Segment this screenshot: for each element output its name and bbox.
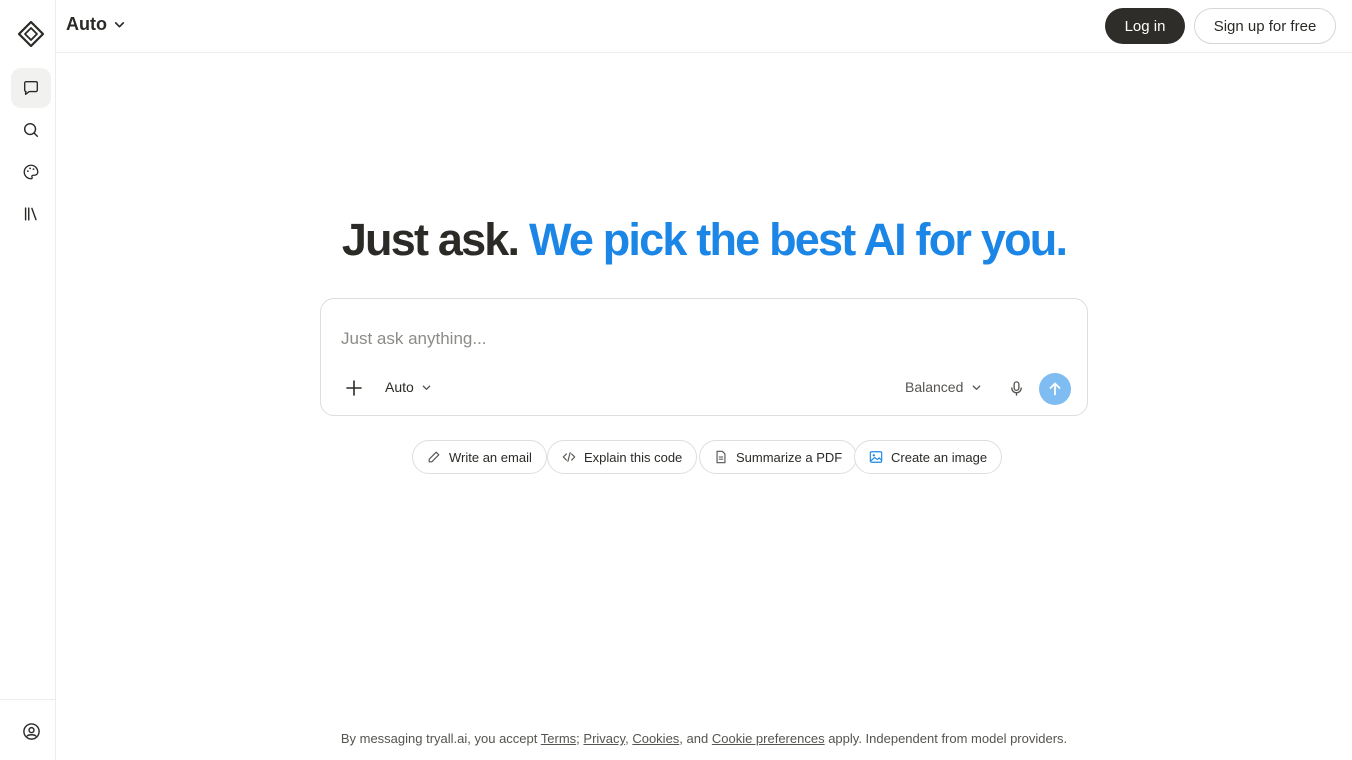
footer-prefix: By messaging tryall.ai, you accept xyxy=(340,731,538,746)
send-button[interactable] xyxy=(1039,373,1071,405)
privacy-link[interactable]: Privacy xyxy=(583,731,625,746)
chevron-down-icon xyxy=(114,22,125,28)
suggestion-label: Summarize a PDF xyxy=(736,449,843,465)
sidebar-item-search[interactable] xyxy=(11,110,51,150)
suggestion-explain-code[interactable]: Explain this code xyxy=(547,440,698,474)
suggestion-write-email[interactable]: Write an email xyxy=(412,440,547,474)
code-icon xyxy=(562,452,576,462)
composer-model-label: Auto xyxy=(385,379,414,395)
chevron-down-icon xyxy=(422,384,431,390)
search-icon xyxy=(23,122,39,138)
terms-link[interactable]: Terms xyxy=(541,731,576,746)
chat-bubble-icon xyxy=(24,81,38,95)
footer-separator: , xyxy=(625,731,629,746)
top-header: Auto Log in Sign up for free xyxy=(56,0,1352,53)
mode-select[interactable]: Balanced xyxy=(905,379,982,395)
prompt-input[interactable] xyxy=(341,325,1061,353)
sidebar xyxy=(0,0,56,760)
header-model-label: Auto xyxy=(66,14,107,34)
sidebar-item-library[interactable] xyxy=(11,194,51,234)
header-model-select[interactable]: Auto xyxy=(66,14,126,35)
user-circle-icon xyxy=(22,722,40,740)
palette-icon xyxy=(23,164,39,180)
suggestion-label: Write an email xyxy=(449,449,532,465)
login-button[interactable]: Log in xyxy=(1105,8,1185,44)
diamond-logo-icon[interactable] xyxy=(17,20,45,48)
signup-button[interactable]: Sign up for free xyxy=(1194,8,1336,44)
mode-label: Balanced xyxy=(905,379,964,395)
footer-separator: ; xyxy=(576,731,580,746)
plus-icon xyxy=(346,380,362,396)
chevron-down-icon xyxy=(973,384,981,390)
microphone-icon xyxy=(1010,380,1022,396)
image-icon xyxy=(869,451,883,463)
hero-heading: Just ask. We pick the best AI for you. xyxy=(56,210,1352,270)
sidebar-item-chat[interactable] xyxy=(11,68,51,108)
legal-footer: By messaging tryall.ai, you accept Terms… xyxy=(56,731,1352,746)
pencil-icon xyxy=(428,451,440,463)
prompt-composer: Auto Balanced xyxy=(320,298,1088,416)
suggestion-label: Explain this code xyxy=(584,449,683,465)
cookie-preferences-link[interactable]: Cookie preferences xyxy=(712,731,825,746)
arrow-up-icon xyxy=(1049,382,1061,396)
suggestion-create-image[interactable]: Create an image xyxy=(854,440,1003,474)
document-icon xyxy=(716,450,726,464)
sidebar-item-palette[interactable] xyxy=(11,152,51,192)
hero-heading-part1: Just ask. xyxy=(341,214,520,265)
footer-suffix: apply. Independent from model providers. xyxy=(828,731,1068,746)
footer-separator: , and xyxy=(679,731,709,746)
hero-heading-part2: We pick the best AI for you. xyxy=(528,214,1068,265)
microphone-button[interactable] xyxy=(1005,377,1027,399)
library-icon xyxy=(24,207,37,221)
profile-button[interactable] xyxy=(13,716,49,746)
suggestion-label: Create an image xyxy=(891,449,988,465)
attach-button[interactable] xyxy=(341,375,367,401)
suggestion-summarize-pdf[interactable]: Summarize a PDF xyxy=(699,440,858,474)
composer-model-select[interactable]: Auto xyxy=(385,379,432,395)
sidebar-divider xyxy=(0,699,55,700)
cookies-link[interactable]: Cookies xyxy=(632,731,679,746)
